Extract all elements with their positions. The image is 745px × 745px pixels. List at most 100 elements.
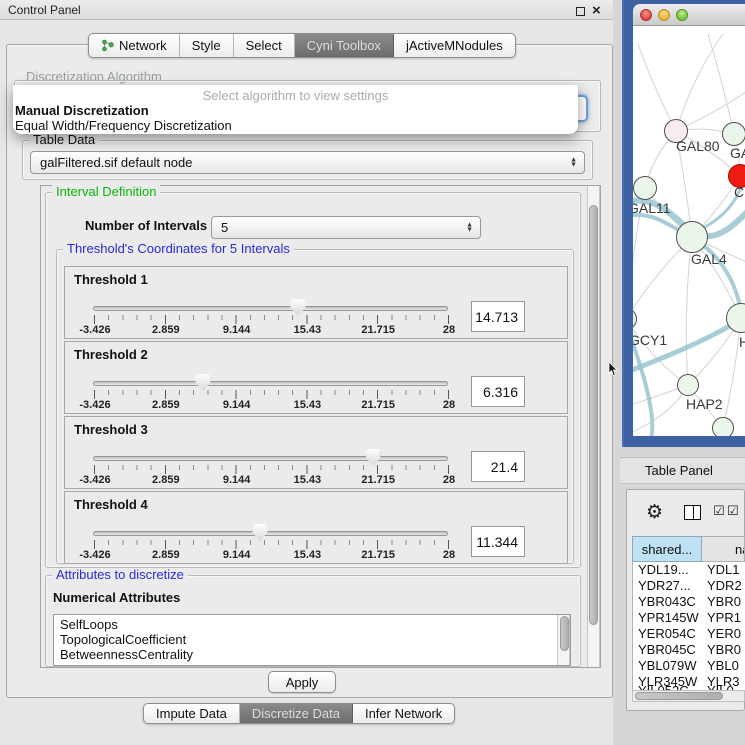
thresholds-group-title: Threshold's Coordinates for 5 Intervals <box>63 242 294 256</box>
interval-definition-groupbox: Interval Definition Number of Intervals … <box>45 192 581 568</box>
close-traffic-light-icon[interactable] <box>640 9 652 21</box>
node-label: GAL11 <box>633 200 671 216</box>
column-header-shared-name[interactable]: shared... <box>632 536 702 562</box>
table-horizontal-scrollbar[interactable] <box>632 690 745 702</box>
table-horizontal-scrollbar-thumb[interactable] <box>635 692 723 700</box>
cell-shared-name: YBR043C <box>633 594 703 610</box>
cell-shared-name: YPR145W <box>633 610 703 626</box>
cell-name: YBR0 <box>703 594 745 610</box>
number-of-intervals-combobox[interactable]: 5 ▲▼ <box>211 216 481 239</box>
network-node[interactable] <box>722 122 745 146</box>
slider-track[interactable] <box>93 531 448 536</box>
number-of-intervals-label: Number of Intervals <box>85 218 207 233</box>
table-rows: YDL19...YDL1 YDR27...YDR2 YBR043CYBR0 YP… <box>632 562 745 690</box>
network-canvas[interactable]: GAL80 GA C GAL11 GAL4 GCY1 H HAP2 <box>633 26 745 436</box>
node-label: C <box>734 184 744 200</box>
numerical-attributes-label: Numerical Attributes <box>53 590 180 605</box>
vertical-scrollbar-thumb[interactable] <box>589 205 598 625</box>
network-node[interactable] <box>712 417 734 436</box>
float-window-icon[interactable] <box>576 7 585 16</box>
threshold-value-field[interactable]: 14.713 <box>471 301 525 332</box>
tab-impute-data[interactable]: Impute Data <box>144 704 240 723</box>
tab-network[interactable]: Network <box>89 34 180 57</box>
tab-jactivemnodules[interactable]: jActiveMNodules <box>394 34 515 57</box>
threshold-label: Threshold 3 <box>74 422 148 437</box>
minimize-traffic-light-icon[interactable] <box>658 9 670 21</box>
dropdown-option-equal-width[interactable]: Equal Width/Frequency Discretization <box>15 118 576 133</box>
tab-label: Cyni Toolbox <box>307 38 381 53</box>
network-node-hap2[interactable] <box>677 374 699 396</box>
tab-label: Discretize Data <box>252 706 340 721</box>
table-row[interactable]: YBR045CYBR0 <box>633 642 745 658</box>
network-node-gal4[interactable] <box>676 221 708 253</box>
cell-name: YDR2 <box>703 578 745 594</box>
tab-infer-network[interactable]: Infer Network <box>353 704 454 723</box>
slider-track[interactable] <box>93 306 448 311</box>
threshold-value-field[interactable]: 6.316 <box>471 376 525 407</box>
checkbox-icon[interactable]: ☑ <box>713 503 725 519</box>
slider-thumb[interactable] <box>366 449 381 466</box>
network-icon <box>101 39 114 52</box>
tab-label: Style <box>192 38 221 53</box>
apply-button[interactable]: Apply <box>268 671 336 693</box>
table-row[interactable]: YBR043CYBR0 <box>633 594 745 610</box>
list-item[interactable]: TopologicalCoefficient <box>54 632 570 647</box>
tab-cyni-toolbox[interactable]: Cyni Toolbox <box>295 34 394 57</box>
node-label: GA <box>730 145 745 161</box>
table-row[interactable]: YER054CYER0 <box>633 626 745 642</box>
column-header-name[interactable]: na <box>702 536 745 562</box>
tab-select[interactable]: Select <box>234 34 295 57</box>
tick-label: 28 <box>443 474 455 486</box>
table-data-combobox[interactable]: galFiltered.sif default node ▲▼ <box>30 151 585 174</box>
network-node-gal11[interactable] <box>633 176 657 200</box>
threshold-label: Threshold 2 <box>74 347 148 362</box>
list-item[interactable]: BetweennessCentrality <box>54 647 570 662</box>
tab-label: jActiveMNodules <box>406 38 503 53</box>
gear-icon[interactable]: ⚙ <box>646 501 663 524</box>
slider-thumb[interactable] <box>196 374 211 391</box>
table-panel-titlebar: Table Panel <box>620 457 745 484</box>
tick-label: 15.43 <box>294 399 322 411</box>
list-item[interactable]: SelfLoops <box>54 617 570 632</box>
slider-tick-labels: -3.426 2.859 9.144 15.43 21.715 28 <box>93 474 449 487</box>
tab-discretize-data[interactable]: Discretize Data <box>240 704 353 723</box>
network-window-titlebar[interactable] <box>633 4 745 26</box>
threshold-value-field[interactable]: 11.344 <box>471 526 525 557</box>
cell-name: YPR1 <box>703 610 745 626</box>
table-row[interactable]: YDL19...YDL1 <box>633 562 745 578</box>
threshold-label: Threshold 4 <box>74 497 148 512</box>
cell-name: YER0 <box>703 626 745 642</box>
table-data-value: galFiltered.sif default node <box>40 155 192 170</box>
slider-track[interactable] <box>93 456 448 461</box>
tick-label: 21.715 <box>361 549 395 561</box>
table-row[interactable]: YDR27...YDR2 <box>633 578 745 594</box>
close-icon[interactable]: × <box>592 2 601 19</box>
list-scrollbar[interactable] <box>557 615 570 666</box>
node-label: GAL4 <box>691 251 727 267</box>
threshold-value-field[interactable]: 21.4 <box>471 451 525 482</box>
slider-thumb[interactable] <box>252 524 267 541</box>
slider-thumb[interactable] <box>290 299 305 316</box>
control-panel-titlebar <box>0 0 620 20</box>
control-panel-title: Control Panel <box>8 3 81 17</box>
split-columns-icon[interactable] <box>684 505 701 520</box>
table-row[interactable]: YIL052CYIL0 <box>633 683 745 690</box>
cell-name: YIL0 <box>703 683 745 690</box>
list-scrollbar-thumb[interactable] <box>560 616 569 651</box>
table-row[interactable]: YBL079WYBL0 <box>633 658 745 674</box>
zoom-traffic-light-icon[interactable] <box>676 9 688 21</box>
dropdown-option-manual[interactable]: Manual Discretization <box>15 103 576 118</box>
slider-track[interactable] <box>93 381 448 386</box>
tick-label: 28 <box>443 549 455 561</box>
tick-label: 9.144 <box>223 549 251 561</box>
slider-tick-labels: -3.426 2.859 9.144 15.43 21.715 28 <box>93 324 449 337</box>
cell-name: YBL0 <box>703 658 745 674</box>
tab-style[interactable]: Style <box>180 34 234 57</box>
vertical-scrollbar[interactable] <box>587 186 600 667</box>
table-row[interactable]: YPR145WYPR1 <box>633 610 745 626</box>
checkbox-icon[interactable]: ☑ <box>727 503 739 519</box>
tab-label: Select <box>246 38 282 53</box>
algorithm-dropdown-popup: Select algorithm to view settings Manual… <box>13 85 578 134</box>
screen: Control Panel × Network Style Select Cyn… <box>0 0 745 745</box>
node-label: H <box>739 334 745 350</box>
